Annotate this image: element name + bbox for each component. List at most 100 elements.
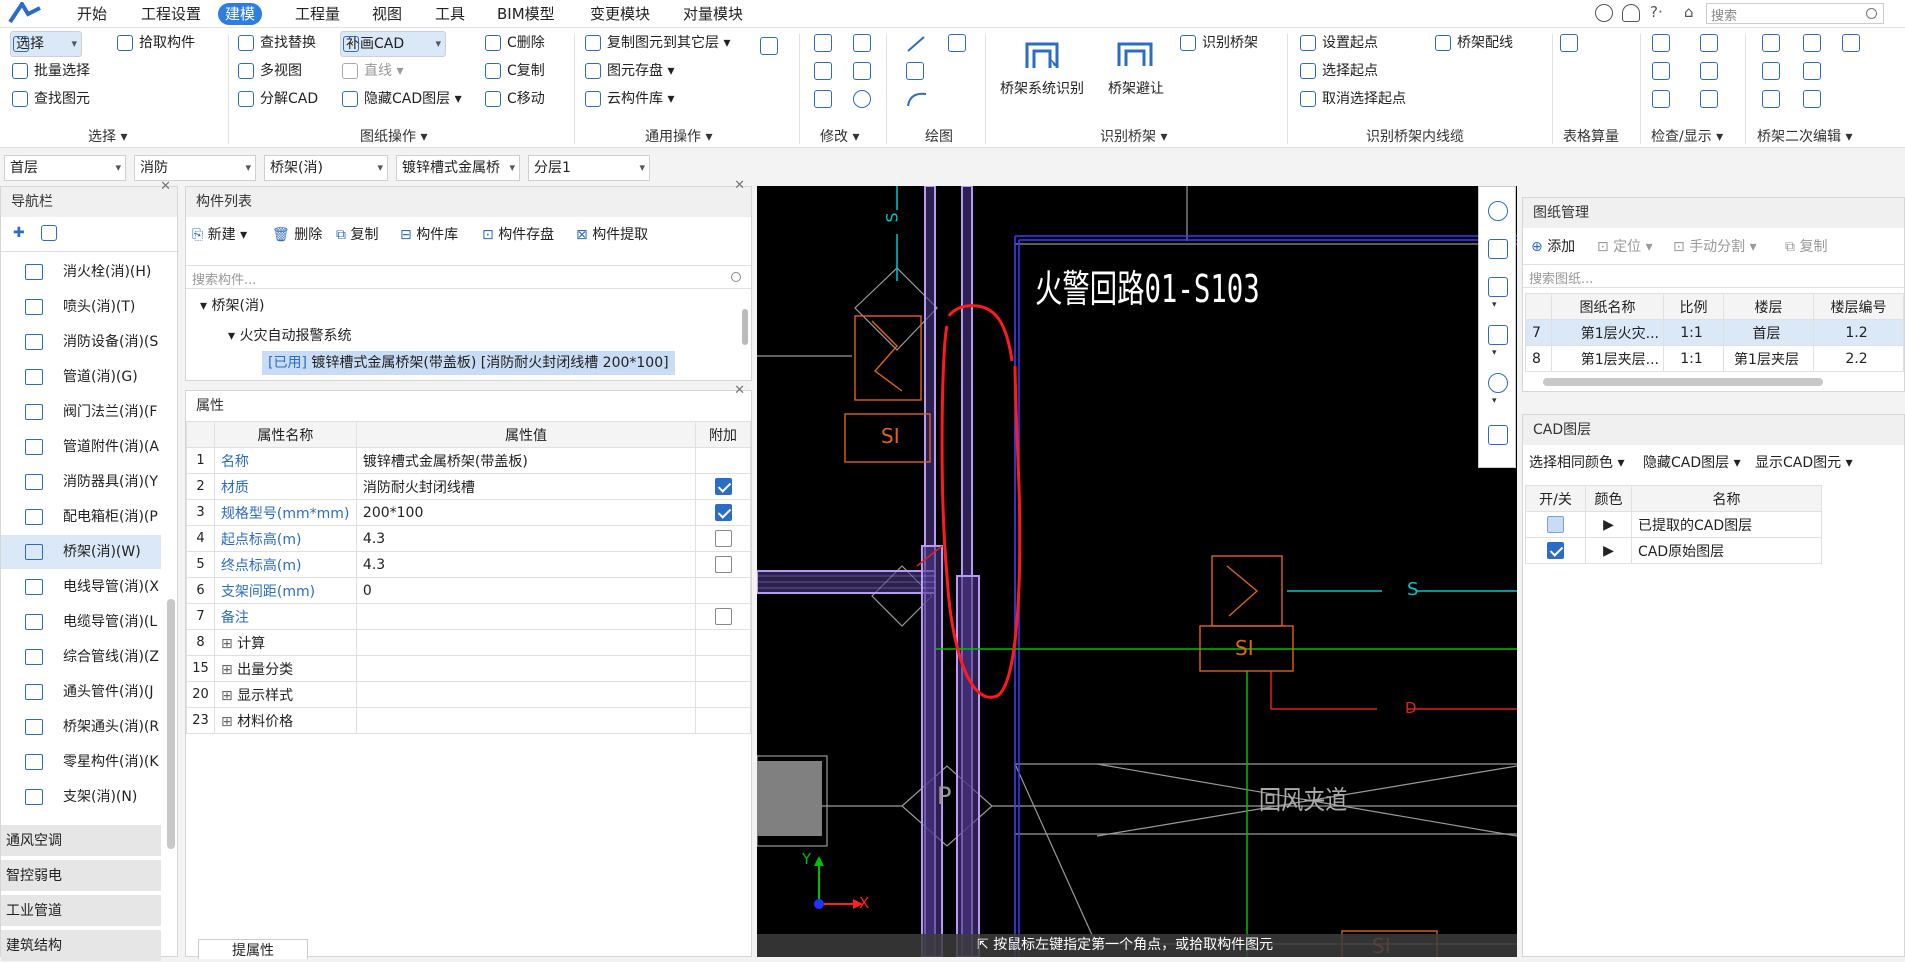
nav-item[interactable]: 管道(消)(G)	[1, 360, 161, 394]
property-value[interactable]	[355, 681, 697, 708]
property-row[interactable]: 4 起点标高(m) 4.3	[186, 525, 751, 552]
extra-checkbox[interactable]	[714, 608, 732, 625]
nav-item[interactable]: 通头管件(消)(J	[1, 675, 161, 709]
3d-view-icon[interactable]	[1488, 239, 1508, 259]
nav-item[interactable]: 管道附件(消)(A	[1, 430, 161, 464]
filter-icon[interactable]	[1652, 34, 1670, 52]
edit-nav-icon[interactable]	[41, 225, 57, 241]
point-icon[interactable]	[906, 62, 924, 80]
add-drawing-button[interactable]: ⊕ 添加	[1531, 236, 1575, 256]
nav-category[interactable]: 智控弱电	[1, 859, 161, 891]
group-label-select[interactable]: 选择 ▾	[88, 126, 127, 146]
check-copy-icon[interactable]	[1652, 62, 1670, 80]
cad-layer-row[interactable]: ▶ CAD原始图层	[1525, 537, 1822, 564]
nav-item[interactable]: 喷头(消)(T)	[1, 290, 161, 324]
select-button[interactable]: 选择	[10, 31, 82, 57]
pick-component-button[interactable]: 拾取构件	[115, 31, 195, 55]
nav-item[interactable]: 消防器具(消)(Y	[1, 465, 161, 499]
box-view-dropdown-icon[interactable]: ▾	[1492, 300, 1497, 310]
cube-icon[interactable]	[1488, 325, 1508, 345]
tree-root[interactable]: ▾ 桥架(消)	[200, 295, 264, 315]
group-label-common-ops[interactable]: 通用操作 ▾	[645, 126, 712, 146]
wall-icon[interactable]	[948, 34, 966, 52]
property-value[interactable]: 消防耐火封闭线槽	[355, 473, 697, 500]
menu-change[interactable]: 变更模块	[583, 3, 657, 25]
drawing-search-input[interactable]: 搜索图纸...	[1523, 264, 1904, 288]
identify-tray-button[interactable]: 识别桥架	[1178, 31, 1258, 55]
cube-dropdown-icon[interactable]: ▾	[1492, 348, 1497, 358]
property-row[interactable]: 6 支架间距(mm) 0	[186, 577, 751, 604]
element-save-button[interactable]: 图元存盘 ▾	[583, 59, 674, 83]
shirt-icon[interactable]: ⌂	[1684, 3, 1694, 21]
drawing-row[interactable]: 8 第1层夹层... 1:1 第1层夹层 2.2	[1525, 345, 1904, 372]
grid-icon[interactable]	[1652, 90, 1670, 108]
menu-bim[interactable]: BIM模型	[490, 3, 562, 25]
component-select[interactable]: 镀锌槽式金属桥	[396, 155, 520, 181]
nav-scrollbar[interactable]	[167, 599, 175, 849]
split-icon[interactable]	[1762, 34, 1780, 52]
nav-category[interactable]: 工业管道	[1, 894, 161, 926]
c-copy-button[interactable]: C复制	[483, 59, 545, 83]
layer-visibility-checkbox[interactable]	[1547, 516, 1564, 533]
find-element-button[interactable]: 查找图元	[10, 87, 90, 111]
nav-category[interactable]: 建筑结构	[1, 929, 161, 961]
search-box[interactable]: 搜索	[1706, 3, 1884, 24]
headset-icon[interactable]	[1622, 4, 1640, 22]
property-row[interactable]: 3 规格型号(mm*mm) 200*100	[186, 499, 751, 526]
property-value[interactable]: 0	[355, 577, 697, 604]
nav-item[interactable]: 消防设备(消)(S	[1, 325, 161, 359]
cloud-library-button[interactable]: 云构件库 ▾	[583, 87, 674, 111]
batch-select-button[interactable]: 批量选择	[10, 59, 90, 83]
line-button[interactable]: 直线 ▾	[340, 59, 403, 83]
reduce-icon[interactable]	[1762, 62, 1780, 80]
copy-drawing-button[interactable]: ⧉ 复制	[1785, 236, 1827, 256]
rotate-icon[interactable]	[853, 90, 871, 108]
check-pipe-icon[interactable]	[1700, 34, 1718, 52]
hide-cad-layer-button[interactable]: 隐藏CAD图层 ▾	[340, 87, 462, 111]
property-row[interactable]: 2 材质 消防耐火封闭线槽	[186, 473, 751, 500]
nav-item[interactable]: 综合管线(消)(Z	[1, 640, 161, 674]
multi-view-button[interactable]: 多视图	[236, 59, 302, 83]
tee-icon[interactable]	[1762, 90, 1780, 108]
menu-modeling[interactable]: 建模	[218, 3, 263, 25]
expand-icon[interactable]: ⊞	[221, 714, 237, 730]
show-cad-element-dropdown[interactable]: 显示CAD图元 ▾	[1755, 452, 1853, 472]
property-row[interactable]: 7 备注	[186, 603, 751, 630]
tray-system-identify-icon[interactable]	[1024, 40, 1060, 72]
c-move-button[interactable]: C移动	[483, 87, 545, 111]
extend-icon[interactable]	[853, 34, 871, 52]
expand-arrow-icon[interactable]: ▶	[1585, 537, 1632, 564]
property-value[interactable]: 4.3	[355, 525, 697, 552]
delete-component-button[interactable]: 🗑 删除	[272, 224, 322, 244]
extract-properties-tab[interactable]: 提属性	[198, 939, 308, 959]
joint-icon[interactable]	[1803, 34, 1821, 52]
property-row[interactable]: 1 名称 镀锌槽式金属桥架(带盖板)	[186, 447, 751, 474]
set-start-button[interactable]: 设置起点	[1298, 31, 1378, 55]
property-row[interactable]: 23 ⊞ 材料价格	[186, 707, 751, 734]
property-value[interactable]: 200*100	[355, 499, 697, 526]
property-row[interactable]: 5 终点标高(m) 4.3	[186, 551, 751, 578]
explode-cad-button[interactable]: 分解CAD	[236, 87, 318, 111]
nav-item[interactable]: 电线导管(消)(X	[1, 570, 161, 604]
property-value[interactable]	[355, 629, 697, 656]
c-delete-button[interactable]: C删除	[483, 31, 545, 55]
component-search-input[interactable]: 搜索构件...	[186, 265, 751, 289]
nav-item[interactable]: 消火栓(消)(H)	[1, 255, 161, 289]
group-label-check[interactable]: 检查/显示 ▾	[1651, 126, 1723, 146]
property-value[interactable]: 4.3	[355, 551, 697, 578]
copy-to-layer-button[interactable]: 复制图元到其它层 ▾	[583, 31, 730, 55]
property-row[interactable]: 8 ⊞ 计算	[186, 629, 751, 656]
line-draw-icon[interactable]	[906, 35, 926, 53]
component-save-button[interactable]: ⊡ 构件存盘	[482, 224, 554, 244]
menu-tools[interactable]: 工具	[428, 3, 472, 25]
duplicate-icon[interactable]	[814, 34, 832, 52]
layers-icon[interactable]	[1700, 62, 1718, 80]
property-value[interactable]	[355, 655, 697, 682]
expand-icon[interactable]: ⊞	[221, 636, 237, 652]
discipline-select[interactable]: 消防	[134, 155, 256, 181]
group-label-drawing-ops[interactable]: 图纸操作 ▾	[360, 126, 427, 146]
component-list-close-icon[interactable]: ✕	[734, 178, 745, 193]
menu-project-settings[interactable]: 工程设置	[134, 3, 208, 25]
cross-icon[interactable]	[1803, 90, 1821, 108]
elbow-icon[interactable]	[1803, 62, 1821, 80]
